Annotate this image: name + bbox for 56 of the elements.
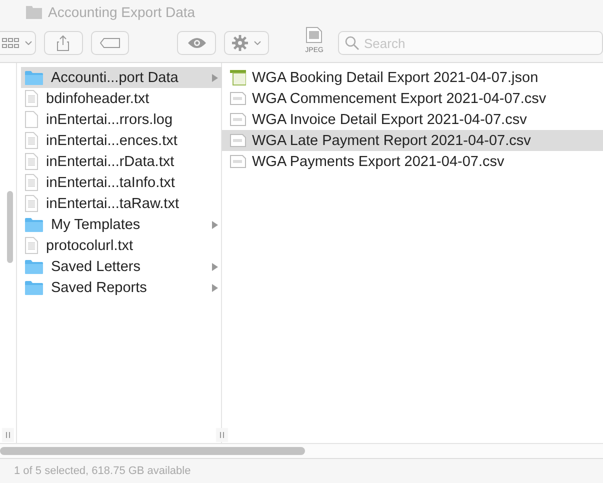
- search-icon: [345, 36, 359, 50]
- file-row[interactable]: inEntertai...taInfo.txt: [21, 172, 222, 193]
- file-row[interactable]: protocolurl.txt: [21, 235, 222, 256]
- folder-icon: [25, 280, 43, 294]
- window-title: Accounting Export Data: [48, 4, 196, 20]
- column-resize-handle[interactable]: [2, 428, 14, 442]
- share-button[interactable]: [44, 31, 83, 55]
- file-row[interactable]: inEntertai...rData.txt: [21, 151, 222, 172]
- eye-icon: [188, 37, 206, 49]
- file-row[interactable]: bdinfoheader.txt: [21, 88, 222, 109]
- spreadsheet-file-icon: [230, 155, 246, 168]
- share-icon: [57, 35, 70, 51]
- file-row[interactable]: WGA Commencement Export 2021-04-07.csv: [222, 88, 603, 109]
- file-row[interactable]: Saved Reports: [21, 277, 222, 298]
- file-row[interactable]: Saved Letters: [21, 256, 222, 277]
- chevron-icon: [24, 41, 32, 45]
- file-row[interactable]: Accounti...port Data: [21, 67, 222, 88]
- file-row[interactable]: inEntertai...rrors.log: [21, 109, 222, 130]
- file-row[interactable]: WGA Late Payment Report 2021-04-07.csv: [222, 130, 603, 151]
- text-file-icon: [25, 132, 38, 149]
- text-file-icon: [25, 90, 38, 107]
- tag-icon: [100, 38, 120, 48]
- status-text: 1 of 5 selected, 618.75 GB available: [13, 464, 192, 479]
- gear-icon: [232, 35, 248, 51]
- tag-button[interactable]: [90, 31, 130, 55]
- folder-icon: [26, 5, 42, 19]
- folder-icon: [25, 70, 43, 84]
- document-icon: [230, 70, 246, 86]
- file-row[interactable]: WGA Payments Export 2021-04-07.csv: [222, 151, 603, 172]
- file-icon: [25, 111, 38, 128]
- spreadsheet-file-icon: [230, 134, 246, 147]
- text-file-icon: [25, 174, 38, 191]
- file-row[interactable]: inEntertai...ences.txt: [21, 130, 222, 151]
- file-row[interactable]: My Templates: [21, 214, 222, 235]
- file-row[interactable]: WGA Booking Detail Export 2021-04-07.json: [222, 67, 603, 88]
- chevron-icon: [254, 41, 261, 45]
- spreadsheet-file-icon: [230, 92, 246, 105]
- file-row[interactable]: WGA Invoice Detail Export 2021-04-07.csv: [222, 109, 603, 130]
- grid-icon: [2, 38, 19, 48]
- folder-icon: [25, 260, 43, 274]
- view-button[interactable]: [0, 31, 36, 55]
- disclosure-arrow-icon: [212, 284, 218, 292]
- disclosure-arrow-icon: [212, 220, 218, 228]
- folder-icon: [25, 218, 43, 232]
- disclosure-arrow-icon: [212, 74, 218, 82]
- text-file-icon: [25, 153, 38, 170]
- file-row[interactable]: inEntertai...taRaw.txt: [21, 193, 222, 214]
- action-button[interactable]: [224, 31, 269, 55]
- text-file-icon: [25, 237, 38, 254]
- spreadsheet-file-icon: [230, 113, 246, 126]
- quick-look-button[interactable]: [177, 31, 216, 55]
- column-resize-handle[interactable]: [216, 428, 228, 442]
- scrollbar[interactable]: [7, 191, 13, 263]
- text-file-icon: [25, 195, 38, 212]
- scrollbar[interactable]: [0, 447, 305, 455]
- disclosure-arrow-icon: [212, 262, 218, 270]
